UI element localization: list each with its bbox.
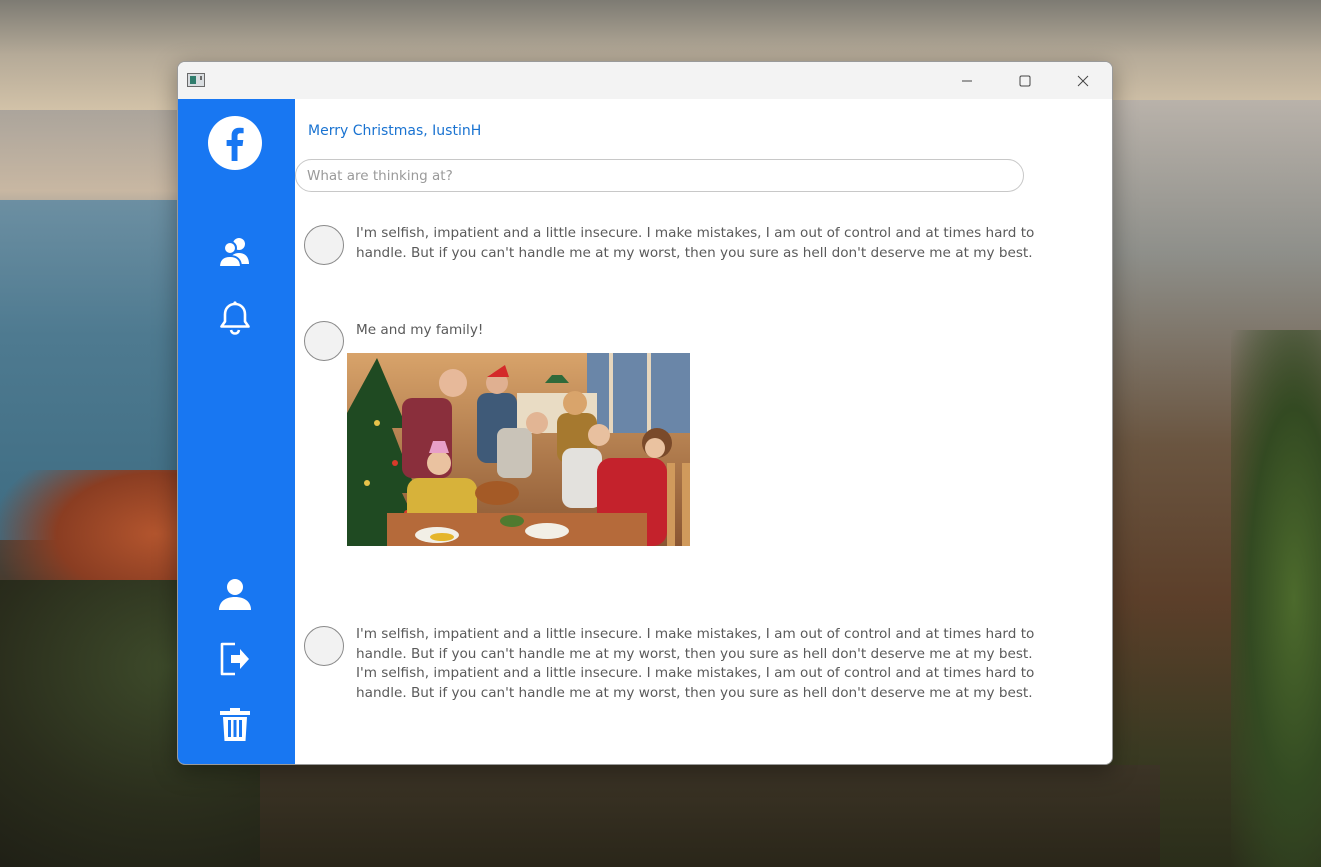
trash-icon[interactable] <box>215 705 255 745</box>
family-christmas-dinner-photo[interactable] <box>347 353 690 546</box>
close-icon <box>1077 75 1089 86</box>
avatar[interactable] <box>304 225 344 265</box>
profile-icon[interactable] <box>215 574 255 614</box>
wallpaper-valley <box>260 765 1160 867</box>
sidebar <box>178 99 295 764</box>
title-bar[interactable] <box>178 62 1112 99</box>
post-text: I'm selfish, impatient and a little inse… <box>356 225 1035 261</box>
maximize-icon <box>1019 75 1031 86</box>
logout-icon[interactable] <box>215 639 255 679</box>
minimize-icon <box>962 80 972 81</box>
bell-icon[interactable] <box>215 298 255 338</box>
post-text: I'm selfish, impatient and a little inse… <box>356 626 1035 702</box>
post-text: Me and my family! <box>356 322 484 338</box>
app-window: Merry Christmas, IustinH I'm selfish, im… <box>177 61 1113 765</box>
avatar[interactable] <box>304 626 344 666</box>
friends-icon[interactable] <box>215 232 255 272</box>
maximize-button[interactable] <box>996 62 1054 99</box>
status-input[interactable] <box>295 159 1024 192</box>
close-button[interactable] <box>1054 62 1112 99</box>
app-icon <box>187 73 205 87</box>
minimize-button[interactable] <box>938 62 996 99</box>
wallpaper-trees <box>1231 330 1321 867</box>
avatar[interactable] <box>304 321 344 361</box>
facebook-logo-icon[interactable] <box>207 115 263 171</box>
greeting-label: Merry Christmas, IustinH <box>308 123 482 139</box>
news-feed: Merry Christmas, IustinH I'm selfish, im… <box>295 99 1112 764</box>
